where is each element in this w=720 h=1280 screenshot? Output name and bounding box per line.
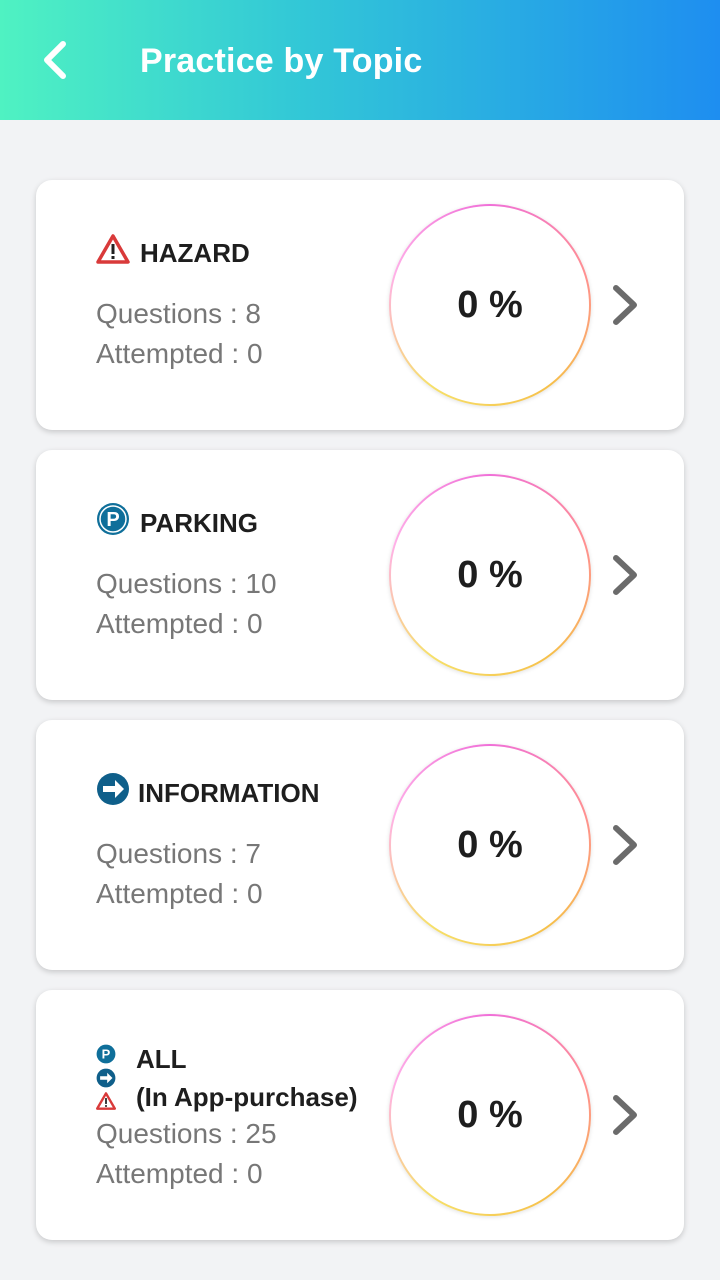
attempted-count: Attempted : 0 <box>96 878 263 909</box>
information-arrow-icon <box>96 1068 116 1088</box>
hazard-triangle-icon <box>96 232 130 266</box>
topic-icons: P <box>96 1044 118 1114</box>
topic-name-line2: (In App-purchase) <box>136 1082 358 1112</box>
questions-count: Questions : 10 <box>96 568 277 599</box>
topic-card-parking[interactable]: P PARKING Questions : 10 Attempted : 0 0… <box>36 450 684 700</box>
chevron-right-icon <box>613 825 637 865</box>
progress-percent: 0 % <box>457 283 523 326</box>
svg-text:P: P <box>102 1047 111 1062</box>
attempted-count: Attempted : 0 <box>96 338 263 369</box>
topic-name-line1: ALL <box>136 1044 187 1074</box>
topic-card-all[interactable]: P ALL (In App-purchase) Questions : 25 A… <box>36 990 684 1240</box>
attempted-count: Attempted : 0 <box>96 608 263 639</box>
topic-name: INFORMATION <box>138 778 320 808</box>
chevron-left-icon <box>44 41 66 79</box>
topic-name: HAZARD <box>140 238 250 268</box>
svg-text:P: P <box>106 509 119 531</box>
topic-card-hazard[interactable]: HAZARD Questions : 8 Attempted : 0 0 % <box>36 180 684 430</box>
progress-ring: 0 % <box>389 744 591 946</box>
questions-count: Questions : 25 <box>96 1118 277 1149</box>
progress-ring: 0 % <box>389 204 591 406</box>
app-bar: Practice by Topic <box>0 0 720 120</box>
parking-icon: P <box>96 502 130 536</box>
parking-icon: P <box>96 1044 116 1064</box>
information-arrow-icon <box>96 772 130 806</box>
questions-count: Questions : 8 <box>96 298 261 329</box>
topic-card-information[interactable]: INFORMATION Questions : 7 Attempted : 0 … <box>36 720 684 970</box>
back-button[interactable] <box>30 36 78 84</box>
chevron-right-icon <box>613 555 637 595</box>
attempted-count: Attempted : 0 <box>96 1158 263 1189</box>
progress-percent: 0 % <box>457 553 523 596</box>
questions-count: Questions : 7 <box>96 838 261 869</box>
page-title: Practice by Topic <box>140 42 423 80</box>
chevron-right-icon <box>613 1095 637 1135</box>
hazard-triangle-icon <box>96 1092 116 1110</box>
progress-ring: 0 % <box>389 1014 591 1216</box>
progress-percent: 0 % <box>457 1093 523 1136</box>
progress-percent: 0 % <box>457 823 523 866</box>
progress-ring: 0 % <box>389 474 591 676</box>
topic-name: ALL (In App-purchase) <box>136 1040 357 1116</box>
topic-name: PARKING <box>140 508 258 538</box>
chevron-right-icon <box>613 285 637 325</box>
